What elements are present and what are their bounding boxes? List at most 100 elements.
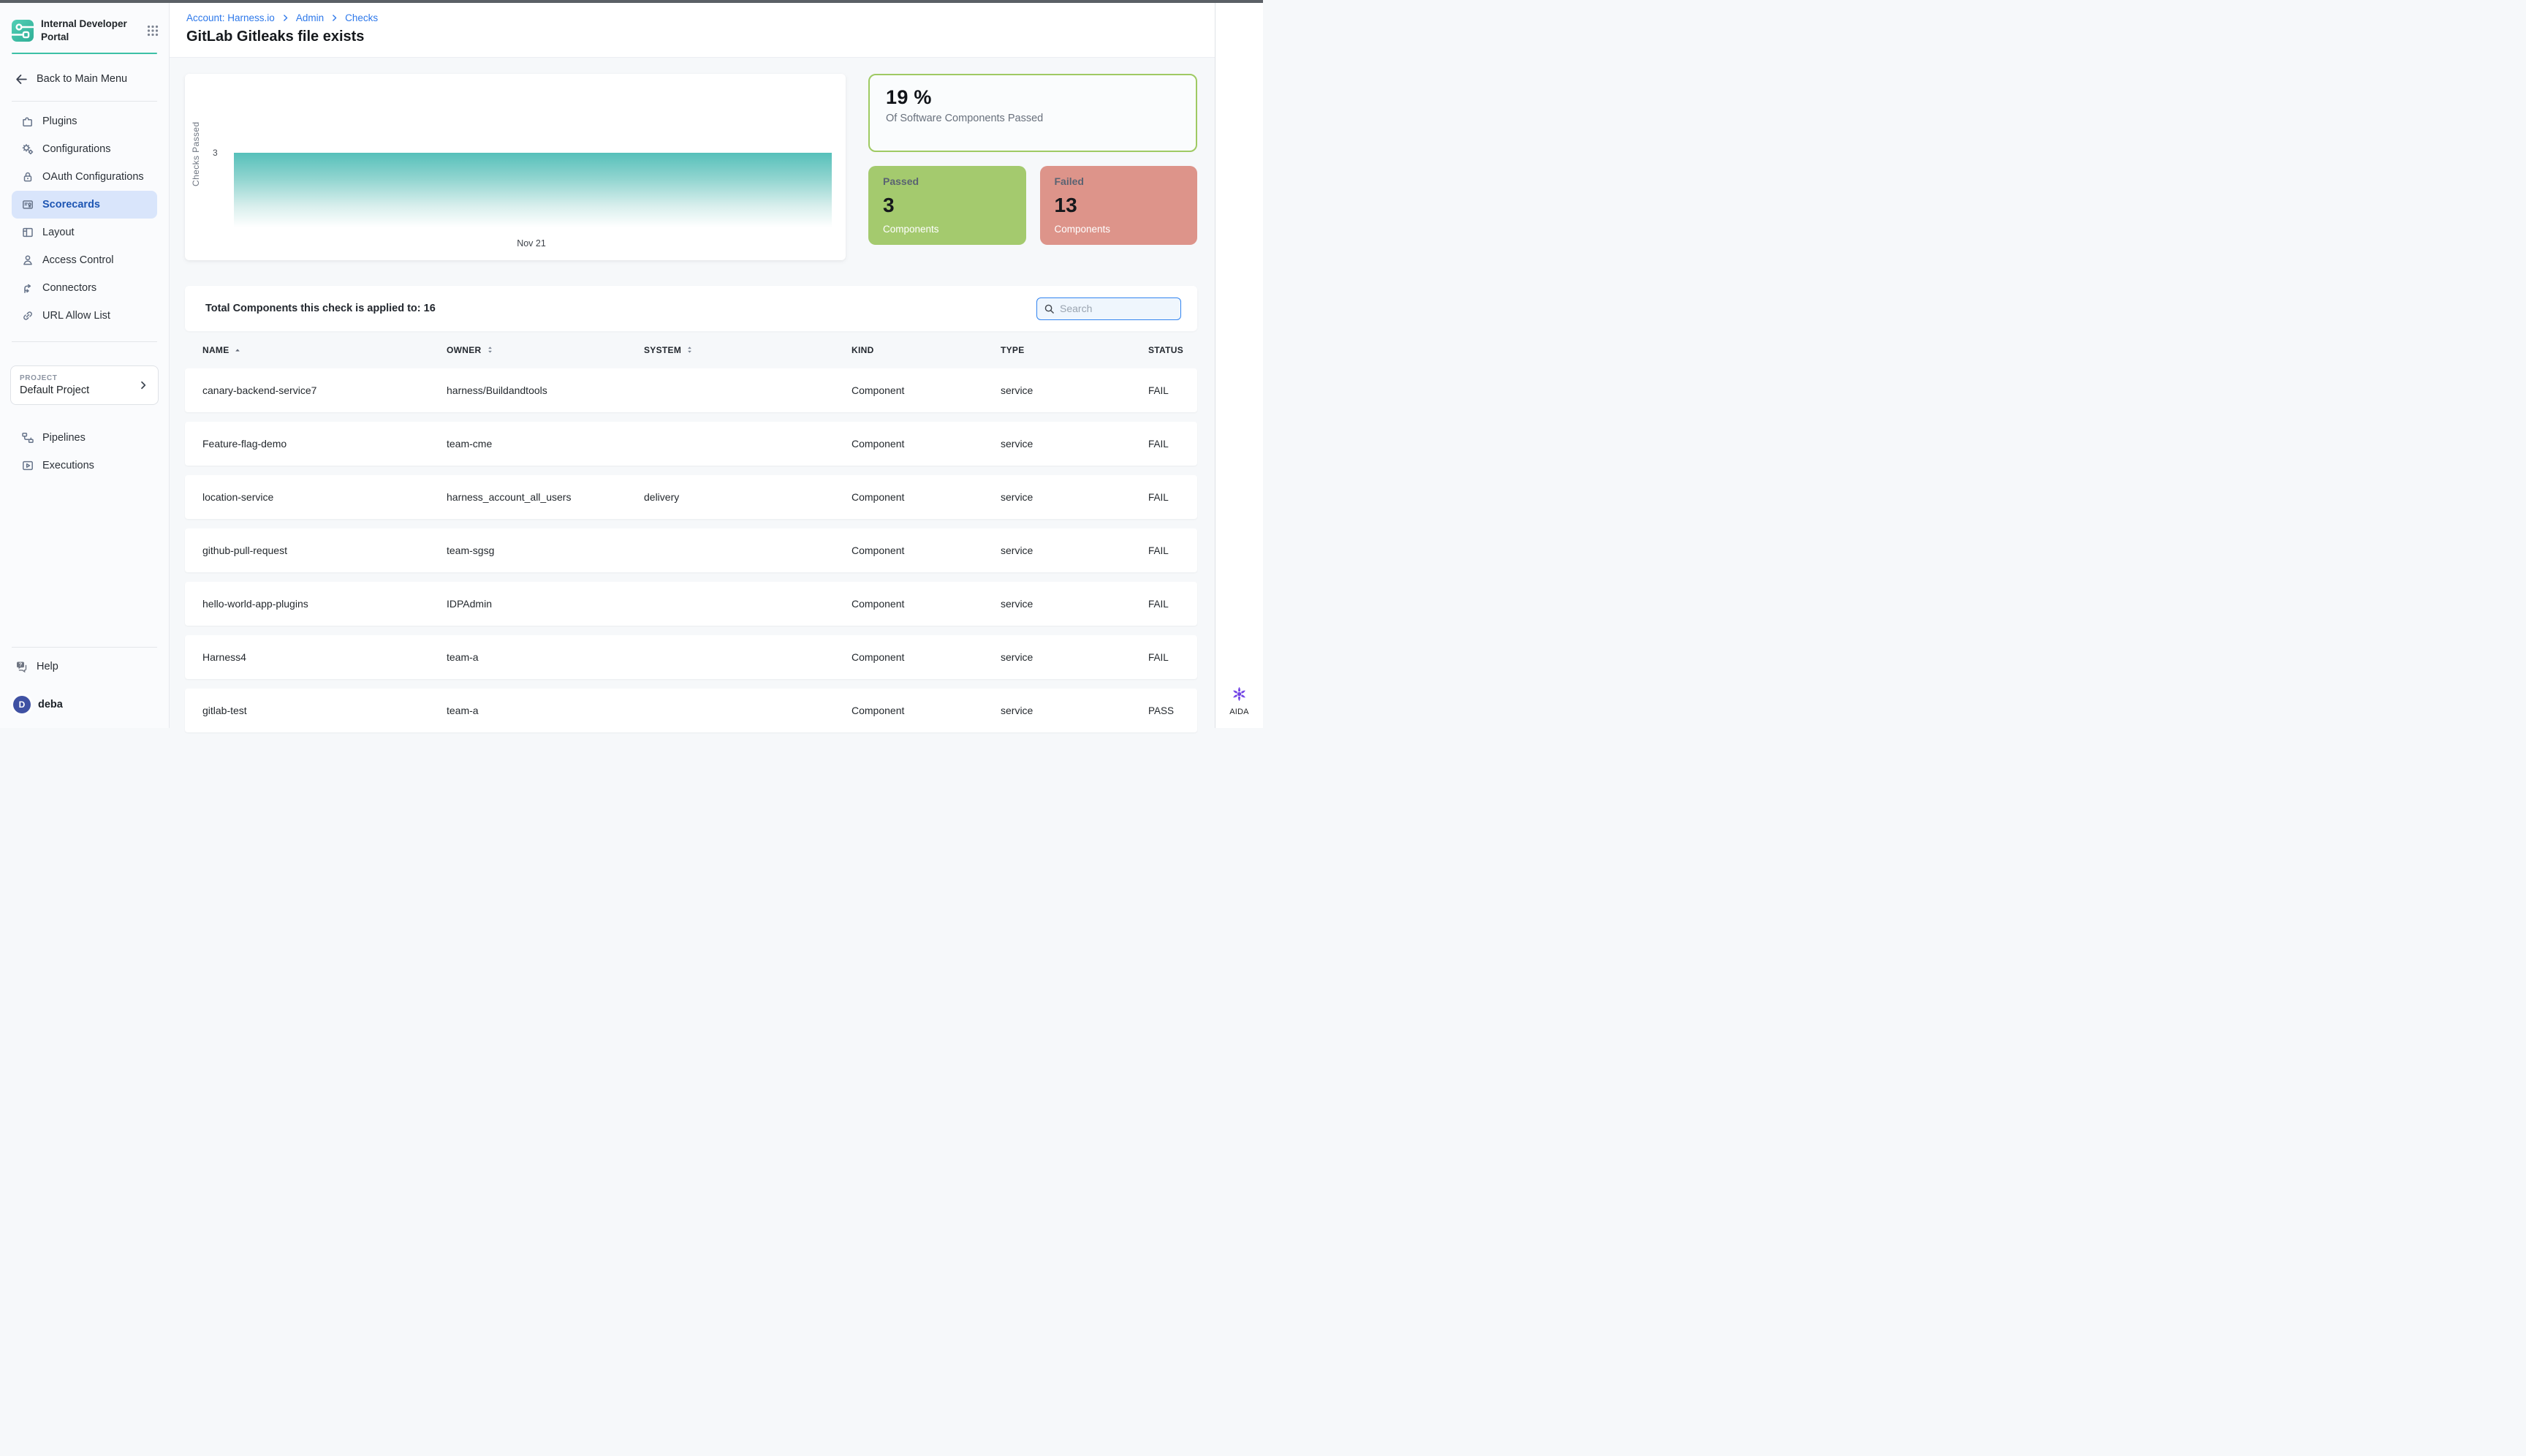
page-content: Checks Passed 3 Nov 21 19 % Of Software … <box>170 58 1215 742</box>
column-header-status: STATUS <box>1148 345 1187 355</box>
total-components-label: Total Components this check is applied t… <box>205 303 436 314</box>
apps-grid-icon[interactable] <box>147 25 159 37</box>
fork-arrows-icon <box>21 281 34 295</box>
percent-caption: Of Software Components Passed <box>886 113 1180 124</box>
project-selector[interactable]: PROJECT Default Project <box>10 365 159 405</box>
brand-underline <box>12 53 157 54</box>
column-header-owner[interactable]: OWNER <box>447 345 644 355</box>
sidebar-item-pipelines[interactable]: Pipelines <box>12 424 157 452</box>
chart-x-tick: Nov 21 <box>517 238 546 249</box>
column-label: SYSTEM <box>644 345 681 355</box>
sidebar-item-layout[interactable]: Layout <box>12 219 157 246</box>
column-label: OWNER <box>447 345 482 355</box>
cell-status: FAIL <box>1148 385 1187 396</box>
help-button[interactable]: ? Help <box>12 653 157 680</box>
sidebar-item-label: Scorecards <box>42 199 100 211</box>
gears-icon <box>21 143 34 156</box>
sidebar-divider <box>12 341 157 342</box>
chart-area-series <box>234 153 832 227</box>
layout-icon <box>21 226 34 239</box>
chevron-right-icon <box>281 14 289 22</box>
play-box-icon <box>21 459 34 472</box>
sort-icon <box>486 345 494 354</box>
sidebar-item-access-control[interactable]: Access Control <box>12 246 157 274</box>
sidebar: Internal Developer Portal Back to Main M… <box>0 3 170 728</box>
cell-system: delivery <box>644 491 852 503</box>
cell-owner: team-cme <box>447 438 644 450</box>
admin-nav: Plugins Configurations <box>0 107 169 330</box>
user-menu[interactable]: D deba <box>12 691 157 718</box>
table-row[interactable]: Harness4 team-a Component service FAIL <box>185 635 1197 679</box>
breadcrumb-account-link[interactable]: Account: Harness.io <box>186 12 275 23</box>
table-row[interactable]: hello-world-app-plugins IDPAdmin Compone… <box>185 582 1197 626</box>
lock-icon <box>21 170 34 183</box>
passed-label: Passed <box>883 175 1012 187</box>
sidebar-item-label: Access Control <box>42 254 114 266</box>
sidebar-item-label: Executions <box>42 460 94 471</box>
table-row[interactable]: github-pull-request team-sgsg Component … <box>185 528 1197 572</box>
sort-icon <box>686 345 694 354</box>
sidebar-item-url-allow-list[interactable]: URL Allow List <box>12 302 157 330</box>
main-area: Account: Harness.io Admin Checks GitLab … <box>170 3 1215 728</box>
svg-text:?: ? <box>19 661 23 667</box>
sidebar-divider <box>12 101 157 102</box>
cell-name: Feature-flag-demo <box>202 438 447 450</box>
chart-y-tick: 3 <box>213 148 218 158</box>
cell-name: location-service <box>202 491 447 503</box>
cell-type: service <box>1001 598 1148 610</box>
cell-status: PASS <box>1148 705 1187 716</box>
failed-card: Failed 13 Components <box>1040 166 1198 245</box>
passed-card: Passed 3 Components <box>868 166 1026 245</box>
column-header-system[interactable]: SYSTEM <box>644 345 852 355</box>
back-to-main-menu-button[interactable]: Back to Main Menu <box>12 66 157 92</box>
cell-kind: Component <box>852 705 1001 716</box>
sidebar-item-label: Layout <box>42 227 75 238</box>
help-label: Help <box>37 661 58 672</box>
cell-status: FAIL <box>1148 599 1187 610</box>
sidebar-item-oauth-configurations[interactable]: OAuth Configurations <box>12 163 157 191</box>
arrow-left-icon <box>15 72 29 86</box>
sidebar-item-label: Plugins <box>42 115 77 127</box>
cell-kind: Component <box>852 598 1001 610</box>
column-header-name[interactable]: NAME <box>202 345 447 355</box>
user-name: deba <box>38 699 63 710</box>
cell-owner: harness_account_all_users <box>447 491 644 503</box>
sidebar-item-plugins[interactable]: Plugins <box>12 107 157 135</box>
cell-kind: Component <box>852 651 1001 663</box>
cell-type: service <box>1001 651 1148 663</box>
cell-type: service <box>1001 438 1148 450</box>
aida-flower-icon <box>1229 684 1249 704</box>
sidebar-item-label: Pipelines <box>42 432 86 444</box>
chevron-right-icon <box>137 379 149 391</box>
sidebar-item-label: URL Allow List <box>42 310 110 322</box>
search-box[interactable] <box>1036 297 1181 320</box>
chevron-right-icon <box>330 14 338 22</box>
sidebar-item-connectors[interactable]: Connectors <box>12 274 157 302</box>
sidebar-item-configurations[interactable]: Configurations <box>12 135 157 163</box>
person-icon <box>21 254 34 267</box>
sidebar-item-executions[interactable]: Executions <box>12 452 157 479</box>
sidebar-item-scorecards[interactable]: Scorecards <box>12 191 157 219</box>
scorecard-icon <box>21 198 34 211</box>
table-row[interactable]: gitlab-test team-a Component service PAS… <box>185 689 1197 732</box>
table-row[interactable]: location-service harness_account_all_use… <box>185 475 1197 519</box>
sidebar-bottom: ? Help D deba <box>0 647 169 728</box>
failed-unit: Components <box>1055 224 1183 235</box>
cell-status: FAIL <box>1148 652 1187 663</box>
column-header-kind: KIND <box>852 345 1001 355</box>
breadcrumb-admin-link[interactable]: Admin <box>296 12 324 23</box>
back-label: Back to Main Menu <box>37 73 127 85</box>
app-logo <box>12 20 34 42</box>
table-row[interactable]: canary-backend-service7 harness/Buildand… <box>185 368 1197 412</box>
cell-type: service <box>1001 384 1148 396</box>
cell-name: Harness4 <box>202 651 447 663</box>
cell-owner: harness/Buildandtools <box>447 384 644 396</box>
project-label: PROJECT <box>20 374 137 382</box>
table-row[interactable]: Feature-flag-demo team-cme Component ser… <box>185 422 1197 466</box>
cell-status: FAIL <box>1148 492 1187 503</box>
search-icon <box>1044 303 1055 314</box>
breadcrumb-checks-link[interactable]: Checks <box>345 12 378 23</box>
search-input[interactable] <box>1060 303 1169 314</box>
aida-button[interactable]: AIDA <box>1215 684 1263 716</box>
cell-owner: team-a <box>447 705 644 716</box>
